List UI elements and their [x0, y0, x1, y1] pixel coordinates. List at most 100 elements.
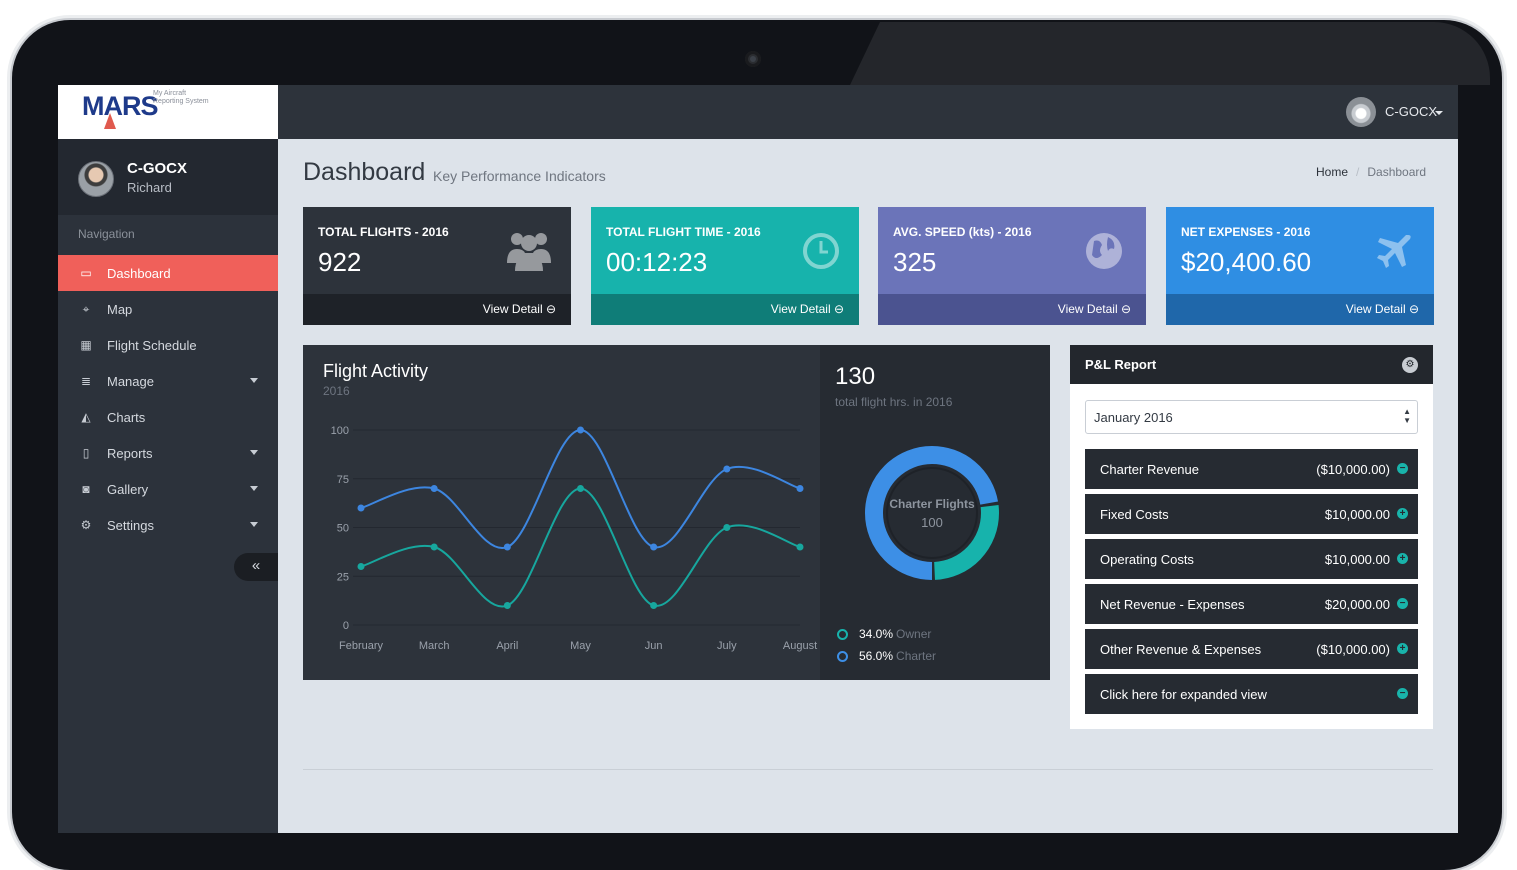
select-arrows-icon: ▲ ▼ — [1403, 407, 1411, 425]
view-detail-label[interactable]: View Detail ⊖ — [771, 302, 844, 316]
pl-row-fixed-costs[interactable]: Fixed Costs $10,000.00 + — [1085, 494, 1418, 534]
stat-value: $20,400.60 — [1181, 247, 1312, 277]
chevron-down-icon — [250, 522, 258, 527]
sidebar-item-dashboard[interactable]: ▭ Dashboard — [58, 255, 278, 291]
donut-inner-ring — [886, 467, 978, 559]
bezel-reflection — [850, 22, 1490, 85]
database-icon: ≣ — [80, 374, 92, 388]
breadcrumb-home[interactable]: Home — [1316, 165, 1348, 179]
logo-mark-icon — [104, 113, 116, 129]
view-detail-link[interactable]: View Detail ⊖ — [303, 294, 571, 325]
plus-circle-icon[interactable]: + — [1397, 553, 1408, 564]
chevron-down-icon — [250, 486, 258, 491]
stat-label: AVG. SPEED (kts) - 2016 — [893, 225, 1032, 239]
page-subtitle: Key Performance Indicators — [433, 168, 606, 184]
data-point[interactable] — [796, 485, 804, 492]
view-detail-text: View Detail — [1345, 302, 1406, 316]
pl-report-panel: P&L Report ⚙ January 2016 ▲ ▼ Charter Rev… — [1070, 345, 1433, 729]
laptop-icon: ▭ — [80, 266, 92, 280]
total-flight-hours-label: total flight hrs. in 2016 — [835, 395, 953, 409]
legend-charter-name: Charter — [896, 649, 937, 663]
data-point[interactable] — [503, 543, 511, 551]
sidebar-item-gallery[interactable]: ◙ Gallery — [58, 471, 278, 507]
data-point[interactable] — [357, 563, 365, 570]
webcam — [745, 51, 761, 67]
legend-charter-dot — [837, 650, 848, 662]
data-point[interactable] — [577, 485, 584, 492]
view-detail-link[interactable]: View Detail ⊖ — [878, 294, 1146, 325]
pl-report-title: P&L Report — [1085, 357, 1157, 372]
x-tick-label: March — [419, 640, 450, 652]
gears-icon: ⚙ — [80, 518, 92, 532]
data-point[interactable] — [723, 465, 731, 473]
flight-activity-chart-area: Flight Activity 2016 0 25 50 75 100 February M… — [303, 345, 820, 680]
donut-value: 100 — [921, 515, 943, 530]
donut-label: Charter Flights — [889, 497, 975, 511]
data-point[interactable] — [796, 543, 804, 551]
plus-circle-icon[interactable]: + — [1397, 508, 1408, 519]
total-flight-hours: 130 — [835, 363, 876, 390]
data-point[interactable] — [577, 426, 584, 434]
view-detail-label[interactable]: View Detail ⊖ — [483, 302, 556, 316]
legend-owner: 34.0% Owner — [837, 627, 931, 641]
data-point[interactable] — [357, 504, 365, 512]
data-point[interactable] — [650, 543, 658, 551]
data-point[interactable] — [503, 602, 511, 609]
pl-row-other-revenue[interactable]: Other Revenue & Expenses ($10,000.00) + — [1085, 629, 1418, 669]
chevron-down-icon — [250, 450, 258, 455]
legend-charter: 56.0% Charter — [837, 649, 936, 663]
minus-circle-icon[interactable]: − — [1397, 598, 1408, 609]
sidebar-item-reports[interactable]: ▯ Reports — [58, 435, 278, 471]
data-point[interactable] — [430, 485, 438, 492]
pl-row-name: Operating Costs — [1100, 552, 1194, 567]
settings-icon[interactable]: ⚙ — [1402, 357, 1418, 373]
user-menu[interactable]: C-GOCX — [1385, 104, 1437, 119]
stat-value: 922 — [318, 247, 362, 277]
map-marker-icon: ⌖ — [82, 301, 90, 316]
legend-owner-name: Owner — [896, 627, 932, 641]
data-point[interactable] — [723, 524, 731, 531]
calendar-icon: ▦ — [80, 338, 92, 352]
breadcrumb-separator: / — [1356, 165, 1360, 179]
logo-tagline: My Aircraft Reporting System — [153, 90, 209, 105]
sidebar-item-charts[interactable]: ◭ Charts — [58, 399, 278, 435]
pl-row-expanded-view[interactable]: Click here for expanded view − — [1085, 674, 1418, 714]
data-point[interactable] — [430, 543, 438, 551]
logo-area[interactable]: MARS My Aircraft Reporting System — [58, 85, 278, 139]
minus-circle-icon[interactable]: − — [1397, 463, 1408, 474]
sidebar-collapse-button[interactable]: « — [234, 553, 278, 581]
sidebar-item-label: Reports — [107, 445, 153, 461]
nav-header: Navigation — [78, 227, 135, 241]
pl-row-net-revenue[interactable]: Net Revenue - Expenses $20,000.00 − — [1085, 584, 1418, 624]
flight-activity-panel: Flight Activity 2016 0 25 50 75 100 February M… — [303, 345, 1050, 680]
page-title: Dashboard — [303, 158, 426, 186]
month-select[interactable]: January 2016 ▲ ▼ — [1085, 400, 1418, 434]
pl-row-amount: $10,000.00 — [1324, 507, 1390, 522]
sidebar-item-label: Settings — [107, 517, 154, 533]
minus-circle-icon[interactable]: − — [1397, 688, 1408, 699]
pl-report-header: P&L Report ⚙ — [1070, 345, 1433, 384]
view-detail-label[interactable]: View Detail ⊖ — [1058, 302, 1131, 316]
pl-row-amount: $10,000.00 — [1324, 552, 1390, 567]
pl-row-amount: ($10,000.00) — [1316, 462, 1390, 477]
view-detail-link[interactable]: View Detail ⊖ — [591, 294, 859, 325]
pl-row-charter-revenue[interactable]: Charter Revenue ($10,000.00) − — [1085, 449, 1418, 489]
sidebar-item-settings[interactable]: ⚙ Settings — [58, 507, 278, 543]
view-detail-label[interactable]: View Detail ⊖ — [1346, 302, 1419, 316]
user-panel: C-GOCX Richard — [58, 139, 278, 215]
sidebar-item-manage[interactable]: ≣ Manage — [58, 363, 278, 399]
aircraft-avatar[interactable] — [1346, 97, 1376, 127]
sidebar-item-flight-schedule[interactable]: ▦ Flight Schedule — [58, 327, 278, 363]
user-subtitle: Richard — [127, 180, 172, 195]
data-point[interactable] — [650, 602, 658, 609]
area-chart-icon: ◭ — [81, 410, 91, 424]
view-detail-link[interactable]: View Detail ⊖ — [1166, 294, 1434, 325]
pl-row-operating-costs[interactable]: Operating Costs $10,000.00 + — [1085, 539, 1418, 579]
pl-row-amount: ($10,000.00) — [1316, 642, 1390, 657]
stat-card-flight-time: TOTAL FLIGHT TIME - 2016 00:12:23 View D… — [591, 207, 859, 325]
sidebar-item-label: Flight Schedule — [107, 337, 197, 353]
sidebar-item-map[interactable]: ⌖ Map — [58, 291, 278, 327]
plus-circle-icon[interactable]: + — [1397, 643, 1408, 654]
footer-divider — [303, 769, 1433, 770]
chevron-down-icon[interactable] — [1435, 111, 1443, 115]
